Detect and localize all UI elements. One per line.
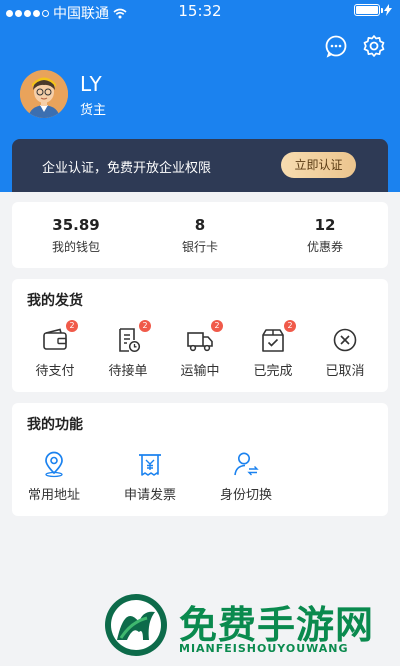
section-title: 我的功能 xyxy=(27,417,83,433)
item-label: 常用地址 xyxy=(27,488,80,503)
item-label: 运输中 xyxy=(180,364,220,379)
order-completed[interactable]: 2 已完成 xyxy=(237,320,309,379)
circle-x-icon xyxy=(333,328,357,352)
charging-icon xyxy=(384,4,392,16)
top-actions xyxy=(324,34,386,58)
order-awaiting-acceptance[interactable]: 2 待接单 xyxy=(92,320,164,379)
status-bar: 中国联通 15:32 xyxy=(0,0,400,24)
avatar[interactable] xyxy=(20,70,68,118)
stat-bank-cards[interactable]: 8 银行卡 xyxy=(150,216,250,255)
my-functions-card: 我的功能 常用地址 申请发票 身份切换 xyxy=(12,403,388,516)
wallet-icon xyxy=(43,328,67,350)
user-role: 货主 xyxy=(80,103,107,118)
count-badge: 2 xyxy=(139,320,151,332)
user-name: LY xyxy=(80,72,103,96)
section-title: 我的发货 xyxy=(27,293,83,309)
order-cancelled[interactable]: 已取消 xyxy=(309,326,381,379)
banner-text: 企业认证，免费开放企业权限 xyxy=(42,161,212,176)
truck-icon xyxy=(187,332,213,352)
document-clock-icon xyxy=(119,328,141,353)
item-label: 待支付 xyxy=(35,364,75,379)
stat-label: 我的钱包 xyxy=(51,240,100,254)
stat-value: 35.89 xyxy=(52,216,100,234)
stat-coupons[interactable]: 12 优惠券 xyxy=(275,216,375,255)
item-label: 待接单 xyxy=(108,364,148,379)
stat-value: 12 xyxy=(314,216,336,234)
my-shipments-card: 我的发货 2 待支付 2 待接单 2 运输中 2 已完成 已取消 xyxy=(12,279,388,392)
certification-banner: 企业认证，免费开放企业权限 立即认证 xyxy=(12,139,388,192)
order-pending-payment[interactable]: 2 待支付 xyxy=(19,320,91,379)
item-label: 身份切换 xyxy=(219,488,272,503)
item-label: 已取消 xyxy=(325,364,365,379)
count-badge: 2 xyxy=(66,320,78,332)
watermark-logo-icon xyxy=(105,594,167,656)
count-badge: 2 xyxy=(211,320,223,332)
watermark-title: 免费手游网 xyxy=(179,602,375,647)
message-icon[interactable] xyxy=(324,34,348,58)
certify-now-button[interactable]: 立即认证 xyxy=(281,152,356,178)
item-label: 申请发票 xyxy=(123,488,176,503)
item-label: 已完成 xyxy=(253,364,293,379)
function-switch-identity[interactable]: 身份切换 xyxy=(210,450,282,503)
user-switch-icon xyxy=(234,452,259,476)
stat-label: 优惠券 xyxy=(306,240,343,254)
function-apply-invoice[interactable]: 申请发票 xyxy=(114,450,186,503)
watermark-subtitle: MIANFEISHOUYOUWANG xyxy=(179,642,349,655)
box-check-icon xyxy=(262,329,284,352)
avatar-illustration xyxy=(20,70,68,118)
count-badge: 2 xyxy=(284,320,296,332)
stats-card: 35.89 我的钱包 8 银行卡 12 优惠券 xyxy=(12,202,388,268)
order-in-transit[interactable]: 2 运输中 xyxy=(164,320,236,379)
stat-value: 8 xyxy=(194,216,206,234)
stat-wallet[interactable]: 35.89 我的钱包 xyxy=(26,216,126,255)
site-watermark: 免费手游网 MIANFEISHOUYOUWANG xyxy=(103,592,393,664)
battery-icon xyxy=(354,4,383,16)
status-time: 15:32 xyxy=(178,2,222,20)
invoice-icon xyxy=(139,454,161,476)
function-common-address[interactable]: 常用地址 xyxy=(18,450,90,503)
stat-label: 银行卡 xyxy=(181,240,218,254)
battery-area xyxy=(354,4,392,16)
settings-gear-icon[interactable] xyxy=(362,34,386,58)
location-pin-icon xyxy=(45,451,63,478)
